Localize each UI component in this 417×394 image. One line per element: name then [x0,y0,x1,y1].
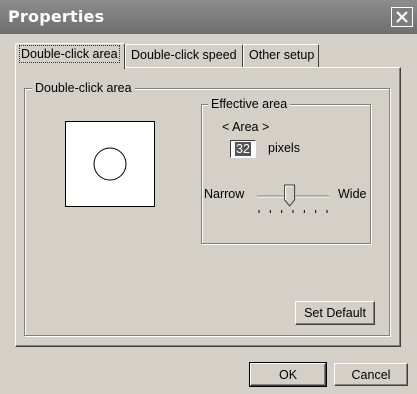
group-legend: Effective area [208,97,291,111]
slider-ticks [258,210,328,213]
slider-max-label: Wide [338,187,367,201]
tab-label: Double-click area [19,45,120,63]
circle-preview-icon [93,147,127,181]
properties-dialog: Properties Double-click area Double-clic… [0,0,417,394]
close-icon [396,11,408,23]
tab-double-click-speed[interactable]: Double-click speed [125,44,243,67]
tab-other-setup[interactable]: Other setup [243,44,319,67]
group-legend: Double-click area [32,81,135,95]
title-bar[interactable]: Properties [0,0,417,34]
tab-panel-double-click-area: Double-click area Effective area < Area … [15,67,401,347]
pixels-value: 32 [235,142,251,156]
pixels-unit-label: pixels [268,141,300,155]
tab-label: Other setup [249,48,315,62]
set-default-button[interactable]: Set Default [295,301,375,325]
area-preview [65,121,155,207]
area-label: < Area > [222,120,270,134]
effective-area-group: Effective area < Area > 32 pixels Narrow… [201,97,371,244]
tab-double-click-area[interactable]: Double-click area [15,43,125,69]
double-click-area-group: Double-click area Effective area < Area … [24,81,390,336]
close-button[interactable] [391,7,413,27]
ok-button[interactable]: OK [249,362,327,387]
slider-thumb[interactable] [284,184,296,207]
tab-label: Double-click speed [131,48,237,62]
slider-min-label: Narrow [204,187,245,201]
pixels-input[interactable]: 32 [230,140,256,158]
area-slider[interactable] [255,179,331,219]
cancel-button[interactable]: Cancel [334,363,408,386]
window-title: Properties [8,7,105,26]
